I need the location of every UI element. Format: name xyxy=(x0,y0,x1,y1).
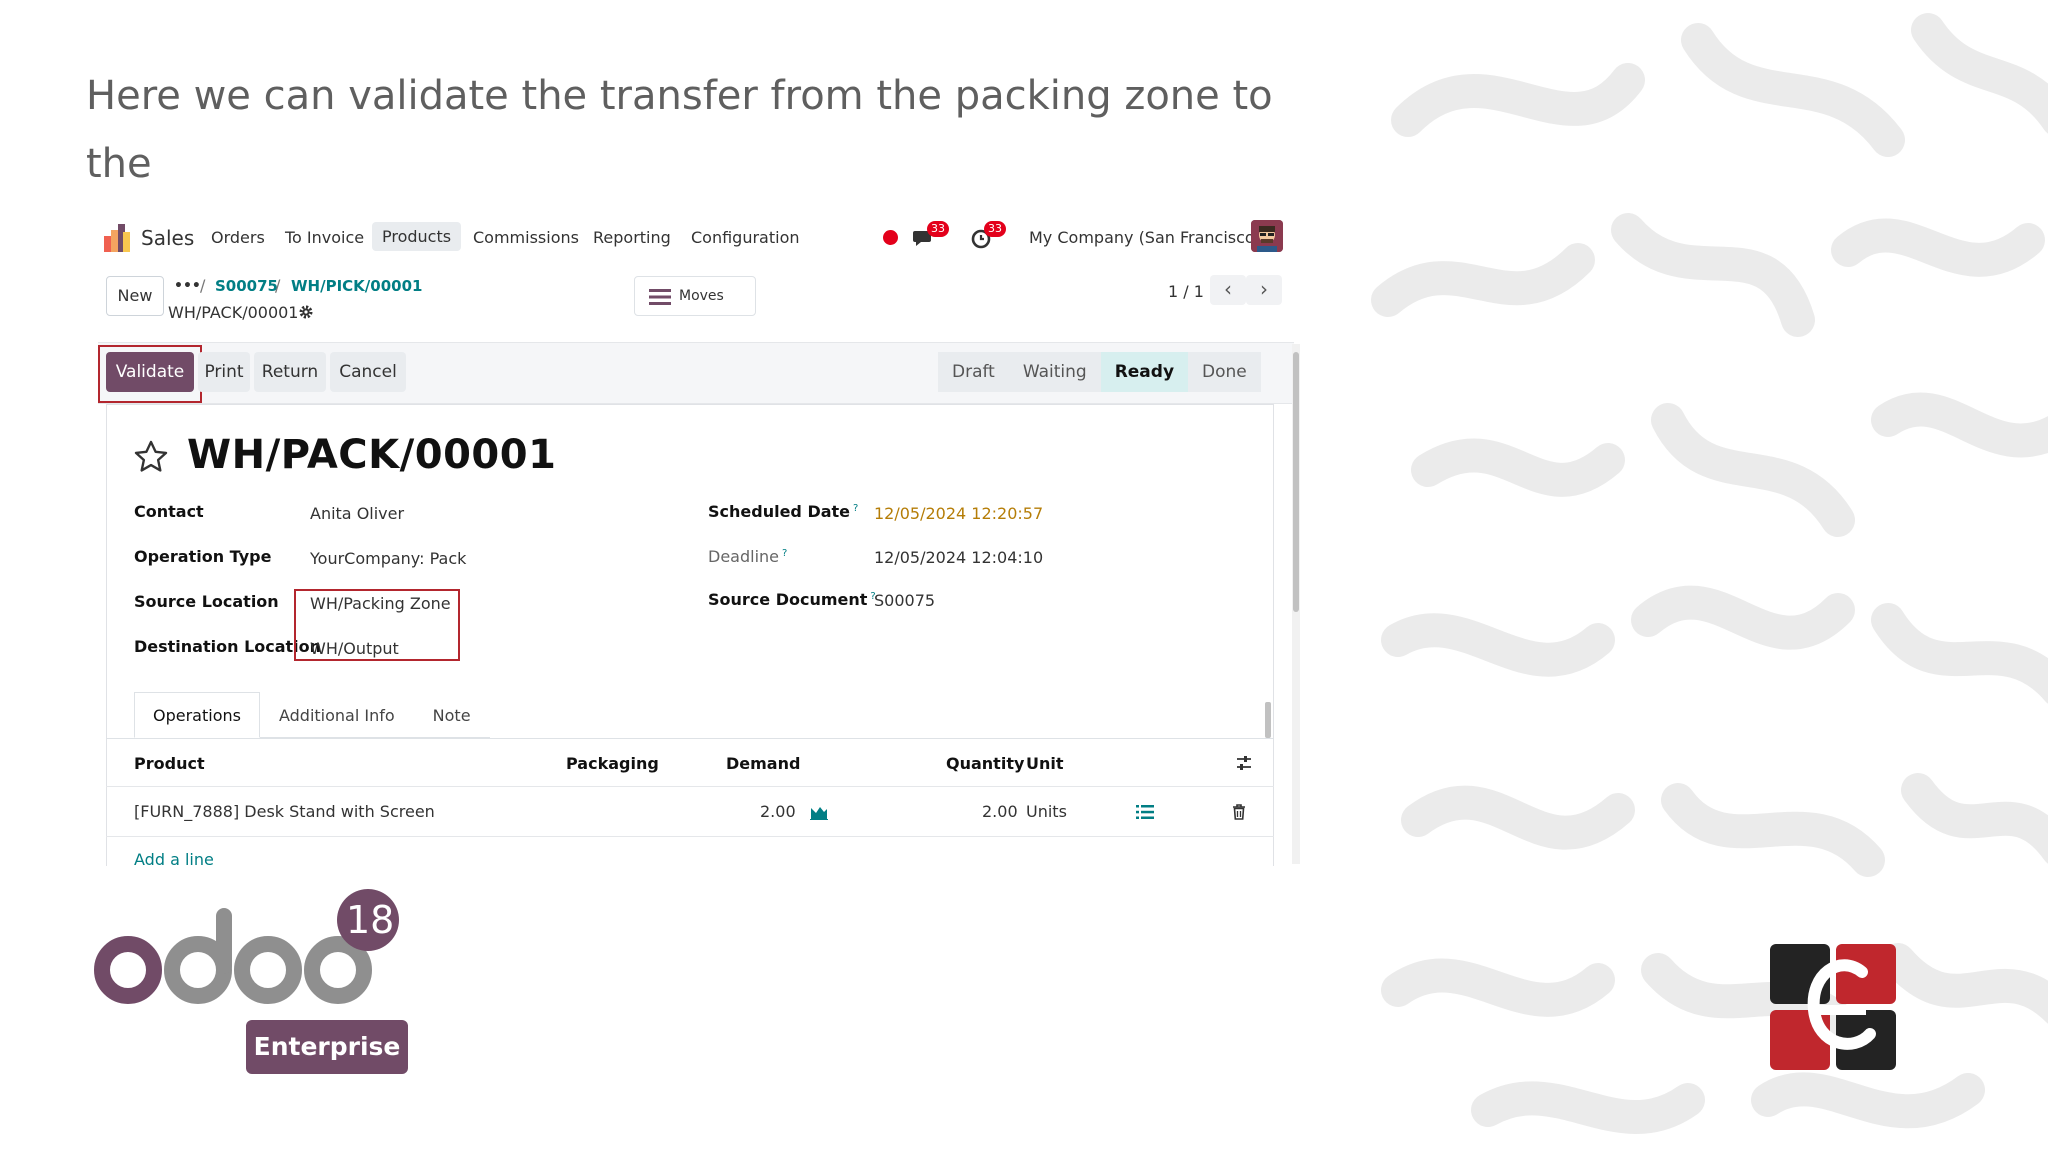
column-quantity[interactable]: Quantity xyxy=(946,754,1024,773)
stage-waiting[interactable]: Waiting xyxy=(1008,352,1101,392)
details-list-icon[interactable] xyxy=(1136,804,1154,820)
menu-orders[interactable]: Orders xyxy=(211,228,265,247)
decorative-pattern xyxy=(1371,13,2048,1134)
deadline-label: Deadline? xyxy=(708,547,788,566)
forecast-chart-icon[interactable] xyxy=(810,804,828,820)
user-avatar[interactable] xyxy=(1251,220,1283,252)
contact-field[interactable]: Anita Oliver xyxy=(310,504,404,523)
sales-app-icon[interactable] xyxy=(104,224,130,252)
menu-to-invoice[interactable]: To Invoice xyxy=(285,228,364,247)
row-demand[interactable]: 2.00 xyxy=(760,802,796,821)
validate-button[interactable]: Validate xyxy=(106,352,194,392)
menu-reporting[interactable]: Reporting xyxy=(593,228,671,247)
company-switcher[interactable]: My Company (San Francisco) xyxy=(1029,228,1261,247)
stage-draft[interactable]: Draft xyxy=(938,352,1009,392)
tab-note[interactable]: Note xyxy=(414,692,490,738)
star-icon[interactable] xyxy=(132,438,170,476)
cancel-button[interactable]: Cancel xyxy=(330,352,406,392)
operation-type-field[interactable]: YourCompany: Pack xyxy=(310,549,466,568)
tab-additional-info[interactable]: Additional Info xyxy=(260,692,414,738)
row-quantity[interactable]: 2.00 xyxy=(982,802,1018,821)
source-document-label: Source Document? xyxy=(708,590,876,609)
enterprise-badge: Enterprise xyxy=(246,1020,408,1074)
slide: Here we can validate the transfer from t… xyxy=(0,0,2048,1152)
destination-location-label: Destination Location xyxy=(134,637,322,656)
source-document-field[interactable]: S00075 xyxy=(874,591,935,610)
scheduled-date-field[interactable]: 12/05/2024 12:20:57 xyxy=(874,504,1043,523)
app-screenshot: Sales Orders To Invoice Products Commiss… xyxy=(86,212,1304,866)
menu-configuration[interactable]: Configuration xyxy=(691,228,800,247)
optional-columns-icon[interactable] xyxy=(1235,754,1253,772)
top-navbar: Sales Orders To Invoice Products Commiss… xyxy=(86,212,1304,264)
deadline-field[interactable]: 12/05/2024 12:04:10 xyxy=(874,548,1043,567)
operation-type-label: Operation Type xyxy=(134,547,272,566)
row-unit[interactable]: Units xyxy=(1026,802,1067,821)
trash-icon[interactable] xyxy=(1232,804,1246,820)
app-name[interactable]: Sales xyxy=(141,226,194,250)
activities-badge: 33 xyxy=(984,221,1006,237)
help-icon[interactable]: ? xyxy=(782,548,787,559)
chevron-right-icon: › xyxy=(1260,277,1268,301)
pager-previous-button[interactable]: ‹ xyxy=(1210,275,1246,305)
table-header-divider xyxy=(106,786,1274,787)
column-packaging[interactable]: Packaging xyxy=(566,754,659,773)
contact-label: Contact xyxy=(134,502,204,521)
breadcrumb-more[interactable]: ••• xyxy=(174,278,201,294)
return-button[interactable]: Return xyxy=(254,352,326,392)
chevron-left-icon: ‹ xyxy=(1224,277,1232,301)
print-button[interactable]: Print xyxy=(198,352,250,392)
column-product[interactable]: Product xyxy=(134,754,205,773)
breadcrumb-sale-order[interactable]: S00075 xyxy=(215,277,278,295)
brand-logo xyxy=(1770,944,1896,1070)
stage-ready[interactable]: Ready xyxy=(1100,352,1189,392)
new-button[interactable]: New xyxy=(106,276,164,316)
moves-label: Moves xyxy=(679,288,724,304)
breadcrumb-separator: / xyxy=(275,276,281,295)
row-product[interactable]: [FURN_7888] Desk Stand with Screen xyxy=(134,802,435,821)
list-icon xyxy=(649,289,671,305)
page-scrollbar-thumb[interactable] xyxy=(1293,352,1299,612)
record-title: WH/PACK/00001 xyxy=(187,432,557,478)
pager-next-button[interactable]: › xyxy=(1246,275,1282,305)
help-icon[interactable]: ? xyxy=(853,503,858,514)
odoo-version: 18 xyxy=(346,898,395,942)
gear-icon[interactable] xyxy=(298,304,314,320)
tab-operations[interactable]: Operations xyxy=(134,692,260,738)
source-location-label: Source Location xyxy=(134,592,279,611)
recording-indicator xyxy=(883,230,898,245)
pager-value[interactable]: 1 / 1 xyxy=(1168,282,1204,301)
menu-commissions[interactable]: Commissions xyxy=(473,228,579,247)
breadcrumb-separator: / xyxy=(200,276,206,295)
menu-products[interactable]: Products xyxy=(372,222,462,251)
notebook-tabs: Operations Additional Info Note xyxy=(134,692,490,738)
column-demand[interactable]: Demand xyxy=(726,754,800,773)
column-unit[interactable]: Unit xyxy=(1026,754,1064,773)
breadcrumb-pick[interactable]: WH/PICK/00001 xyxy=(291,277,422,295)
breadcrumb-current: WH/PACK/00001 xyxy=(168,303,299,322)
caption-line-1: Here we can validate the transfer from t… xyxy=(86,73,1273,187)
stage-done[interactable]: Done xyxy=(1188,352,1261,392)
table-row-divider xyxy=(106,836,1274,837)
add-line-link[interactable]: Add a line xyxy=(134,850,214,866)
moves-smart-button[interactable]: Moves xyxy=(634,276,756,316)
scheduled-date-label: Scheduled Date? xyxy=(708,502,859,521)
messages-badge: 33 xyxy=(927,221,949,237)
sheet-scrollbar[interactable] xyxy=(1265,702,1271,738)
locations-highlight xyxy=(294,589,460,661)
stage-statusbar: Draft Waiting Ready Done xyxy=(938,352,1261,392)
